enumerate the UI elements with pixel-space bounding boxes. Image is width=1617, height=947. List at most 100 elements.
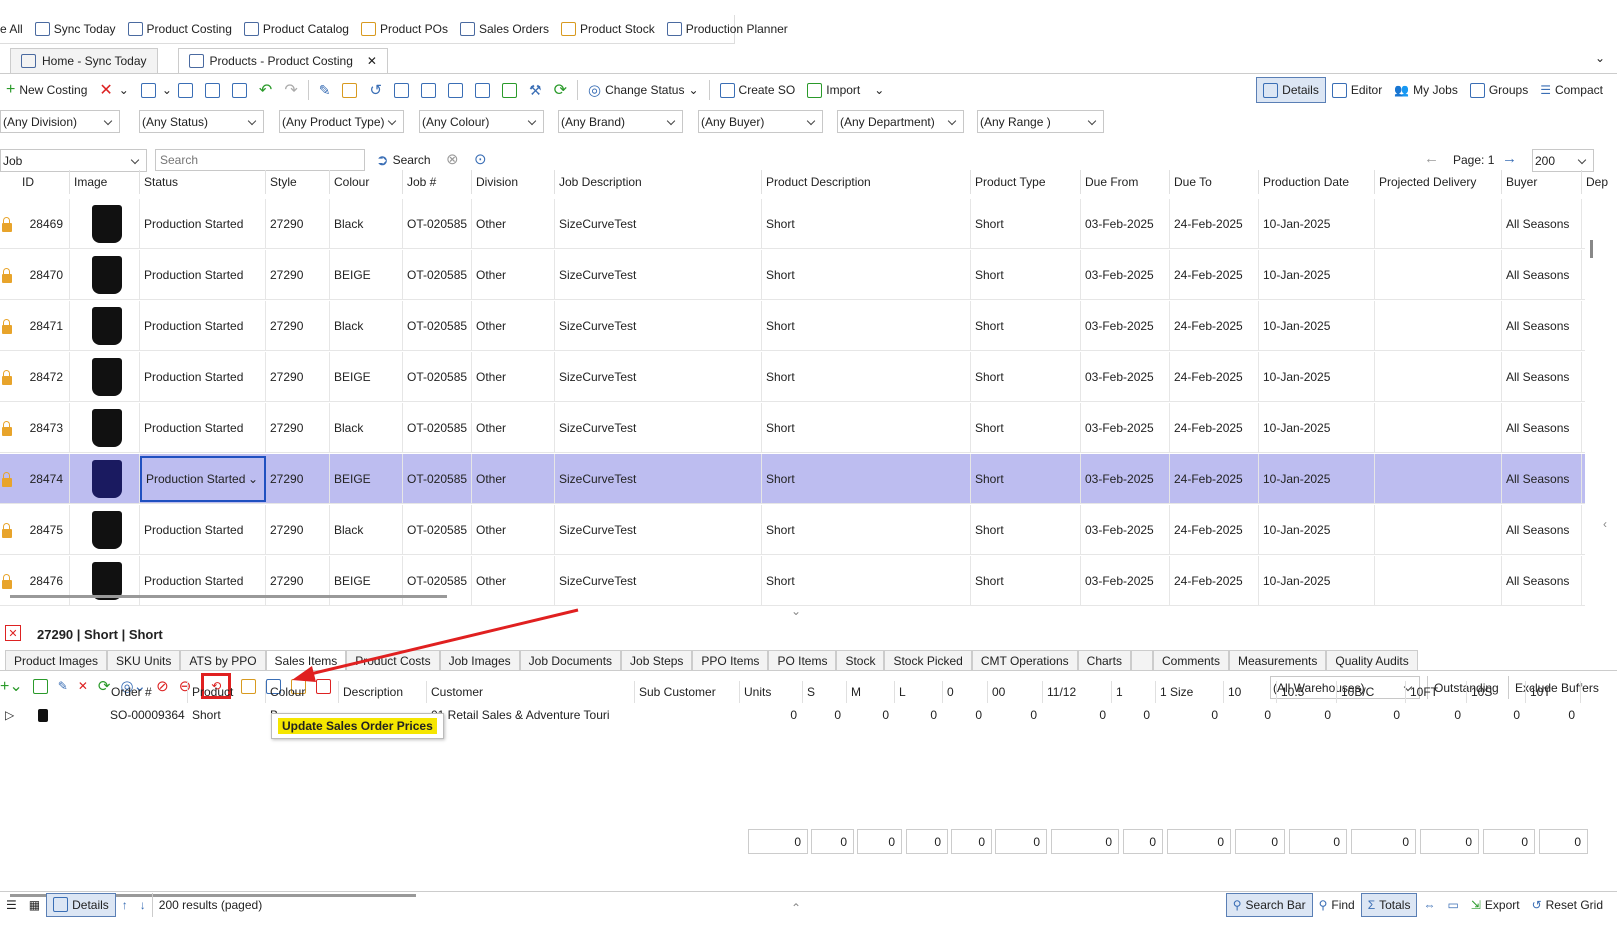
compact-button[interactable]: ☰ Compact: [1534, 77, 1609, 103]
division-filter[interactable]: (Any Division): [0, 110, 120, 133]
cell-status[interactable]: Production Started: [140, 199, 266, 249]
image-icon[interactable]: [394, 82, 410, 98]
undo-icon[interactable]: ↶: [253, 80, 278, 100]
tab-blank[interactable]: [1131, 650, 1153, 670]
table-row[interactable]: 28472 Production Started 27290 BEIGE OT-0205…: [0, 352, 1585, 402]
column-header-product-type[interactable]: Product Type: [971, 170, 1081, 194]
wrench-icon[interactable]: ⚒: [523, 82, 548, 99]
print-icon[interactable]: [231, 82, 247, 98]
find-button[interactable]: ⚲ Find: [1313, 893, 1361, 917]
favorite-sync-today[interactable]: Sync Today: [34, 22, 116, 36]
column-header-status[interactable]: Status: [140, 170, 266, 194]
close-tab-icon[interactable]: ✕: [367, 54, 377, 68]
favorite-all[interactable]: e All: [0, 22, 23, 36]
sales-column-header-9[interactable]: M: [847, 681, 895, 703]
sales-column-header-8[interactable]: S: [803, 681, 847, 703]
sales-column-header-19[interactable]: 10FT: [1406, 681, 1467, 703]
sales-column-header-10[interactable]: L: [895, 681, 943, 703]
column-header-dep[interactable]: Dep: [1582, 170, 1617, 194]
column-header-due-from[interactable]: Due From: [1081, 170, 1170, 194]
column-header-division[interactable]: Division: [472, 170, 555, 194]
sales-column-header-13[interactable]: 11/12: [1043, 681, 1112, 703]
tab-comments[interactable]: Comments: [1153, 650, 1230, 670]
favorite-product-pos[interactable]: Product POs: [360, 22, 448, 36]
sales-column-header-2[interactable]: Product: [188, 681, 266, 703]
column-header-job-[interactable]: Job #: [403, 170, 472, 194]
table-row[interactable]: 28475 Production Started 27290 Black OT-0205…: [0, 505, 1585, 555]
favorite-product-costing[interactable]: Product Costing: [127, 22, 232, 36]
groups-button[interactable]: Groups: [1464, 77, 1534, 103]
folder-icon[interactable]: [342, 82, 358, 98]
sales-column-header-7[interactable]: Units: [740, 681, 803, 703]
move-down-icon[interactable]: ↓: [134, 893, 152, 917]
search-bar-button[interactable]: ⚲ Search Bar: [1225, 892, 1313, 917]
tab-po-items[interactable]: PO Items: [768, 650, 837, 670]
column-header-job-description[interactable]: Job Description: [555, 170, 762, 194]
duplicate-icon[interactable]: [177, 82, 193, 98]
tab-ppo-items[interactable]: PPO Items: [692, 650, 769, 670]
copy-icon[interactable]: [140, 82, 156, 98]
cell-status[interactable]: Production Started: [140, 505, 266, 555]
clear-search-icon[interactable]: ⊗: [446, 150, 459, 168]
colour-filter[interactable]: (Any Colour): [419, 110, 544, 133]
search-field-select[interactable]: Job: [0, 149, 147, 172]
sales-column-header-11[interactable]: 0: [943, 681, 988, 703]
department-filter[interactable]: (Any Department): [837, 110, 964, 133]
move-up-icon[interactable]: ↑: [116, 893, 134, 917]
reset-grid-button[interactable]: ↺ Reset Grid: [1526, 893, 1609, 917]
table-row[interactable]: 28469 Production Started 27290 Black OT-0205…: [0, 199, 1585, 249]
column-header-style[interactable]: Style: [266, 170, 330, 194]
sales-column-header-18[interactable]: 10B/C: [1337, 681, 1406, 703]
favorite-product-catalog[interactable]: Product Catalog: [243, 22, 349, 36]
tab-products-product-costing[interactable]: Products - Product Costing ✕: [177, 48, 388, 73]
brand-filter[interactable]: (Any Brand): [558, 110, 683, 133]
export-items-icon[interactable]: [32, 678, 48, 694]
tab-ats-by-ppo[interactable]: ATS by PPO: [180, 650, 266, 670]
import-button[interactable]: Import ⌄: [801, 82, 890, 98]
favorite-production-planner[interactable]: Production Planner: [666, 22, 788, 36]
change-status-button[interactable]: ◎ Change Status ⌄: [582, 81, 705, 99]
vertical-scrollbar[interactable]: [1590, 240, 1593, 258]
tab-home-sync-today[interactable]: Home - Sync Today: [10, 48, 158, 73]
page-size-select[interactable]: 200: [1532, 149, 1594, 172]
document-icon[interactable]: [421, 82, 437, 98]
delete-item-icon[interactable]: ✕: [78, 679, 88, 693]
sales-column-header-1[interactable]: Order #: [107, 681, 188, 703]
create-so-button[interactable]: Create SO: [714, 82, 802, 98]
tile-view-icon[interactable]: ▦: [23, 893, 46, 917]
tab-stock[interactable]: Stock: [836, 650, 885, 670]
edit-item-icon[interactable]: ✎: [58, 679, 68, 693]
column-header-due-to[interactable]: Due To: [1170, 170, 1259, 194]
details-status-button[interactable]: Details: [46, 892, 116, 917]
prev-page-icon[interactable]: ←: [1424, 150, 1439, 167]
sales-column-header-21[interactable]: 10T: [1526, 681, 1581, 703]
chevron-down-icon-2[interactable]: ⌄: [162, 83, 172, 97]
horizontal-scrollbar[interactable]: [10, 595, 447, 598]
column-header-projected-delivery[interactable]: Projected Delivery: [1375, 170, 1502, 194]
export-button[interactable]: ⇲ Export: [1465, 893, 1526, 917]
product-type-filter[interactable]: (Any Product Type): [279, 110, 404, 133]
sales-column-header-12[interactable]: 00: [988, 681, 1043, 703]
favorite-product-stock[interactable]: Product Stock: [561, 22, 655, 36]
table-row[interactable]: 28476 Production Started 27290 BEIGE OT-0205…: [0, 556, 1585, 606]
calculator-icon[interactable]: [502, 82, 518, 98]
new-costing-button[interactable]: + New Costing: [0, 81, 93, 99]
favorite-sales-orders[interactable]: Sales Orders: [460, 22, 549, 36]
tag-icon[interactable]: [475, 82, 491, 98]
cell-status[interactable]: Production Started: [140, 556, 266, 606]
table-row[interactable]: 28471 Production Started 27290 Black OT-0205…: [0, 301, 1585, 351]
status-dropdown-icon[interactable]: ⌄: [248, 472, 264, 486]
list-view-icon[interactable]: ☰: [0, 893, 23, 917]
search-button[interactable]: ➲ Search: [376, 149, 431, 171]
close-detail-icon[interactable]: ✕: [5, 625, 21, 641]
chevron-down-icon[interactable]: ⌄: [119, 83, 135, 97]
expand-search-icon[interactable]: ⊙: [474, 150, 487, 168]
table-row[interactable]: 28473 Production Started 27290 Black OT-0205…: [0, 403, 1585, 453]
search-input[interactable]: [155, 149, 365, 171]
tab-job-steps[interactable]: Job Steps: [621, 650, 693, 670]
tab-cmt-operations[interactable]: CMT Operations: [971, 650, 1078, 670]
cell-status[interactable]: Production Started ⌄: [140, 456, 266, 502]
table-row[interactable]: 28474 Production Started ⌄ 27290 BEIGE OT-020…: [0, 454, 1585, 504]
fit-columns-icon[interactable]: ⇔: [1417, 893, 1441, 917]
sales-column-header-17[interactable]: 10.5: [1277, 681, 1337, 703]
